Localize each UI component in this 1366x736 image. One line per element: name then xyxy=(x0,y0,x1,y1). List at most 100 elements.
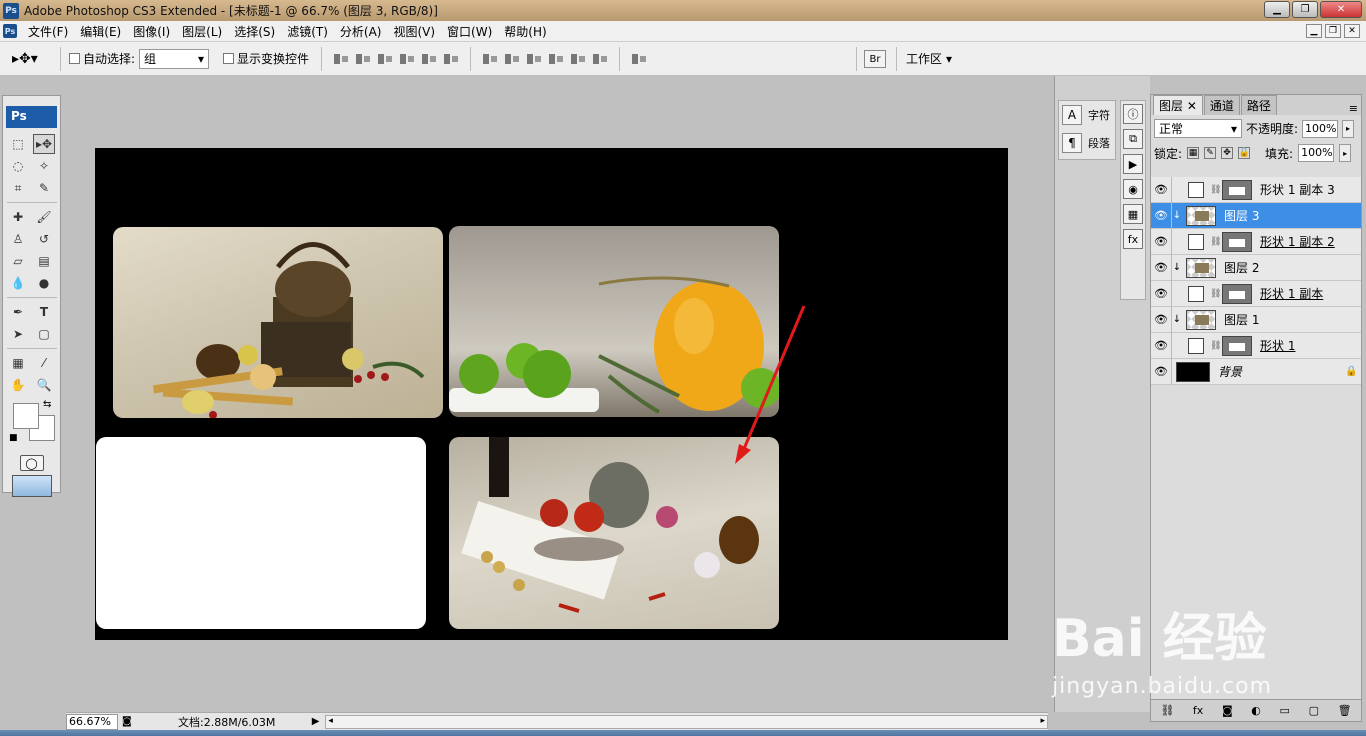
link-layers-icon[interactable]: ⛓ xyxy=(1160,704,1174,717)
link-chain-icon[interactable]: ⛓ xyxy=(1210,341,1221,351)
layer-vector-mask-thumbnail[interactable] xyxy=(1222,231,1252,252)
gradient-tool-icon[interactable]: ▤ xyxy=(33,251,55,271)
visibility-eye-icon[interactable]: 👁 xyxy=(1151,261,1171,274)
distribute-bottom-icon[interactable] xyxy=(525,52,543,66)
layer-row[interactable]: 👁 ↓ 图层 1 xyxy=(1151,306,1361,333)
link-chain-icon[interactable]: ⛓ xyxy=(1210,237,1221,247)
layer-row-selected[interactable]: 👁 ↓ 图层 3 xyxy=(1151,202,1361,229)
scroll-right-icon[interactable]: ▸ xyxy=(1040,716,1045,726)
fill-field[interactable]: 100% xyxy=(1298,144,1335,162)
distribute-right-icon[interactable] xyxy=(591,52,609,66)
distribute-top-icon[interactable] xyxy=(481,52,499,66)
horizontal-scrollbar[interactable]: ◂ ▸ xyxy=(325,714,1048,729)
tab-channels[interactable]: 通道 xyxy=(1203,95,1240,115)
align-bottom-icon[interactable] xyxy=(376,52,394,66)
menu-view[interactable]: 视图(V) xyxy=(387,23,441,40)
layer-row[interactable]: 👁 ⛓ 形状 1 xyxy=(1151,332,1361,359)
lock-position-icon[interactable]: ✥ xyxy=(1221,147,1234,159)
scroll-left-icon[interactable]: ◂ xyxy=(328,716,333,726)
adjustment-layer-icon[interactable]: ◐ xyxy=(1251,704,1261,717)
shape-tool-icon[interactable]: ▢ xyxy=(33,324,55,344)
document-icon[interactable]: Ps xyxy=(3,24,17,38)
notes-tool-icon[interactable]: ▦ xyxy=(7,353,29,373)
link-chain-icon[interactable]: ⛓ xyxy=(1210,185,1221,195)
new-group-icon[interactable]: ▭ xyxy=(1280,704,1290,717)
status-arrow-icon[interactable]: ▶ xyxy=(312,716,320,727)
auto-align-layers-icon[interactable] xyxy=(630,52,648,66)
panel-menu-icon[interactable]: ≡ xyxy=(1349,102,1361,115)
healing-brush-tool-icon[interactable]: ✚ xyxy=(7,207,29,227)
menu-help[interactable]: 帮助(H) xyxy=(498,23,552,40)
opacity-field[interactable]: 100% xyxy=(1302,119,1339,138)
visibility-eye-icon[interactable]: 👁 xyxy=(1151,313,1171,326)
eyedropper-tool-icon[interactable]: ⁄ xyxy=(33,353,55,373)
lock-all-icon[interactable]: 🔒 xyxy=(1238,147,1251,159)
layer-vector-mask-thumbnail[interactable] xyxy=(1222,283,1252,304)
doc-minimize-button[interactable]: ▁ xyxy=(1306,24,1322,38)
paragraph-panel-button[interactable]: ¶ 段落 xyxy=(1059,129,1115,157)
doc-restore-button[interactable]: ❐ xyxy=(1325,24,1341,38)
marquee-tool-icon[interactable]: ⬚ xyxy=(7,134,29,154)
layer-style-icon[interactable]: fx xyxy=(1193,704,1203,717)
distribute-hcenter-icon[interactable] xyxy=(569,52,587,66)
maximize-button[interactable]: ❐ xyxy=(1292,1,1318,18)
auto-select-dropdown[interactable]: 组 ▾ xyxy=(139,48,210,69)
menu-edit[interactable]: 编辑(E) xyxy=(74,23,127,40)
align-right-icon[interactable] xyxy=(442,52,460,66)
layer-image-thumbnail[interactable] xyxy=(1186,309,1216,330)
info-icon[interactable]: ⓘ xyxy=(1123,104,1143,124)
layer-row-background[interactable]: 👁 背景 🔒 xyxy=(1151,358,1361,385)
clone-stamp-tool-icon[interactable]: ♙ xyxy=(7,229,29,249)
layer-row[interactable]: 👁 ⛓ 形状 1 副本 3 xyxy=(1151,176,1361,203)
menu-window[interactable]: 窗口(W) xyxy=(441,23,498,40)
layer-fill-thumbnail[interactable] xyxy=(1188,337,1204,354)
layer-name[interactable]: 形状 1 副本 3 xyxy=(1256,181,1361,198)
background-thumbnail[interactable] xyxy=(1176,361,1210,382)
distribute-left-icon[interactable] xyxy=(547,52,565,66)
layer-name[interactable]: 图层 3 xyxy=(1220,207,1361,224)
lasso-tool-icon[interactable]: ◌ xyxy=(7,156,29,176)
distribute-vcenter-icon[interactable] xyxy=(503,52,521,66)
history-icon[interactable]: ⧉ xyxy=(1123,129,1143,149)
minimize-button[interactable]: ▁ xyxy=(1264,1,1290,18)
grid-icon[interactable]: ▦ xyxy=(1123,204,1143,224)
type-tool-icon[interactable]: T xyxy=(33,302,55,322)
layer-name[interactable]: 图层 2 xyxy=(1220,259,1361,276)
actions-icon[interactable]: ▶ xyxy=(1123,154,1143,174)
document-canvas[interactable] xyxy=(95,148,1008,640)
new-layer-icon[interactable]: ▢ xyxy=(1309,704,1319,717)
menu-analysis[interactable]: 分析(A) xyxy=(334,23,388,40)
link-chain-icon[interactable]: ⛓ xyxy=(1210,289,1221,299)
lock-pixels-icon[interactable]: ✎ xyxy=(1204,147,1217,159)
move-tool-icon[interactable]: ▸✥ xyxy=(33,134,55,154)
visibility-eye-icon[interactable]: 👁 xyxy=(1151,365,1171,378)
bridge-icon[interactable]: Br xyxy=(864,50,886,68)
fill-slider-icon[interactable]: ▸ xyxy=(1339,144,1352,162)
path-selection-tool-icon[interactable]: ➤ xyxy=(7,324,29,344)
canvas-area[interactable] xyxy=(66,76,1048,712)
brush-tool-icon[interactable]: 🖌 xyxy=(33,207,55,227)
zoom-tool-icon[interactable]: 🔍 xyxy=(33,375,55,395)
auto-select-checkbox[interactable] xyxy=(69,53,80,64)
layer-image-thumbnail[interactable] xyxy=(1186,205,1216,226)
layer-vector-mask-thumbnail[interactable] xyxy=(1222,335,1252,356)
visibility-eye-icon[interactable]: 👁 xyxy=(1151,183,1171,196)
menu-filter[interactable]: 滤镜(T) xyxy=(281,23,334,40)
layer-vector-mask-thumbnail[interactable] xyxy=(1222,179,1252,200)
layer-row[interactable]: 👁 ↓ 图层 2 xyxy=(1151,254,1361,281)
layer-row[interactable]: 👁 ⛓ 形状 1 副本 2 xyxy=(1151,228,1361,255)
doc-close-button[interactable]: ✕ xyxy=(1344,24,1360,38)
crop-tool-icon[interactable]: ⌗ xyxy=(7,178,29,198)
align-vcenter-icon[interactable] xyxy=(354,52,372,66)
align-left-icon[interactable] xyxy=(398,52,416,66)
styles-icon[interactable]: fx xyxy=(1123,229,1143,249)
menu-file[interactable]: 文件(F) xyxy=(22,23,74,40)
show-transform-checkbox[interactable] xyxy=(223,53,235,64)
tab-layers[interactable]: 图层 ✕ xyxy=(1153,95,1203,115)
add-mask-icon[interactable]: ◙ xyxy=(1222,704,1233,717)
history-brush-tool-icon[interactable]: ↺ xyxy=(33,229,55,249)
blend-mode-dropdown[interactable]: 正常 ▾ xyxy=(1154,119,1242,138)
eraser-tool-icon[interactable]: ▱ xyxy=(7,251,29,271)
align-top-icon[interactable] xyxy=(332,52,350,66)
layer-name[interactable]: 背景 xyxy=(1214,363,1345,380)
